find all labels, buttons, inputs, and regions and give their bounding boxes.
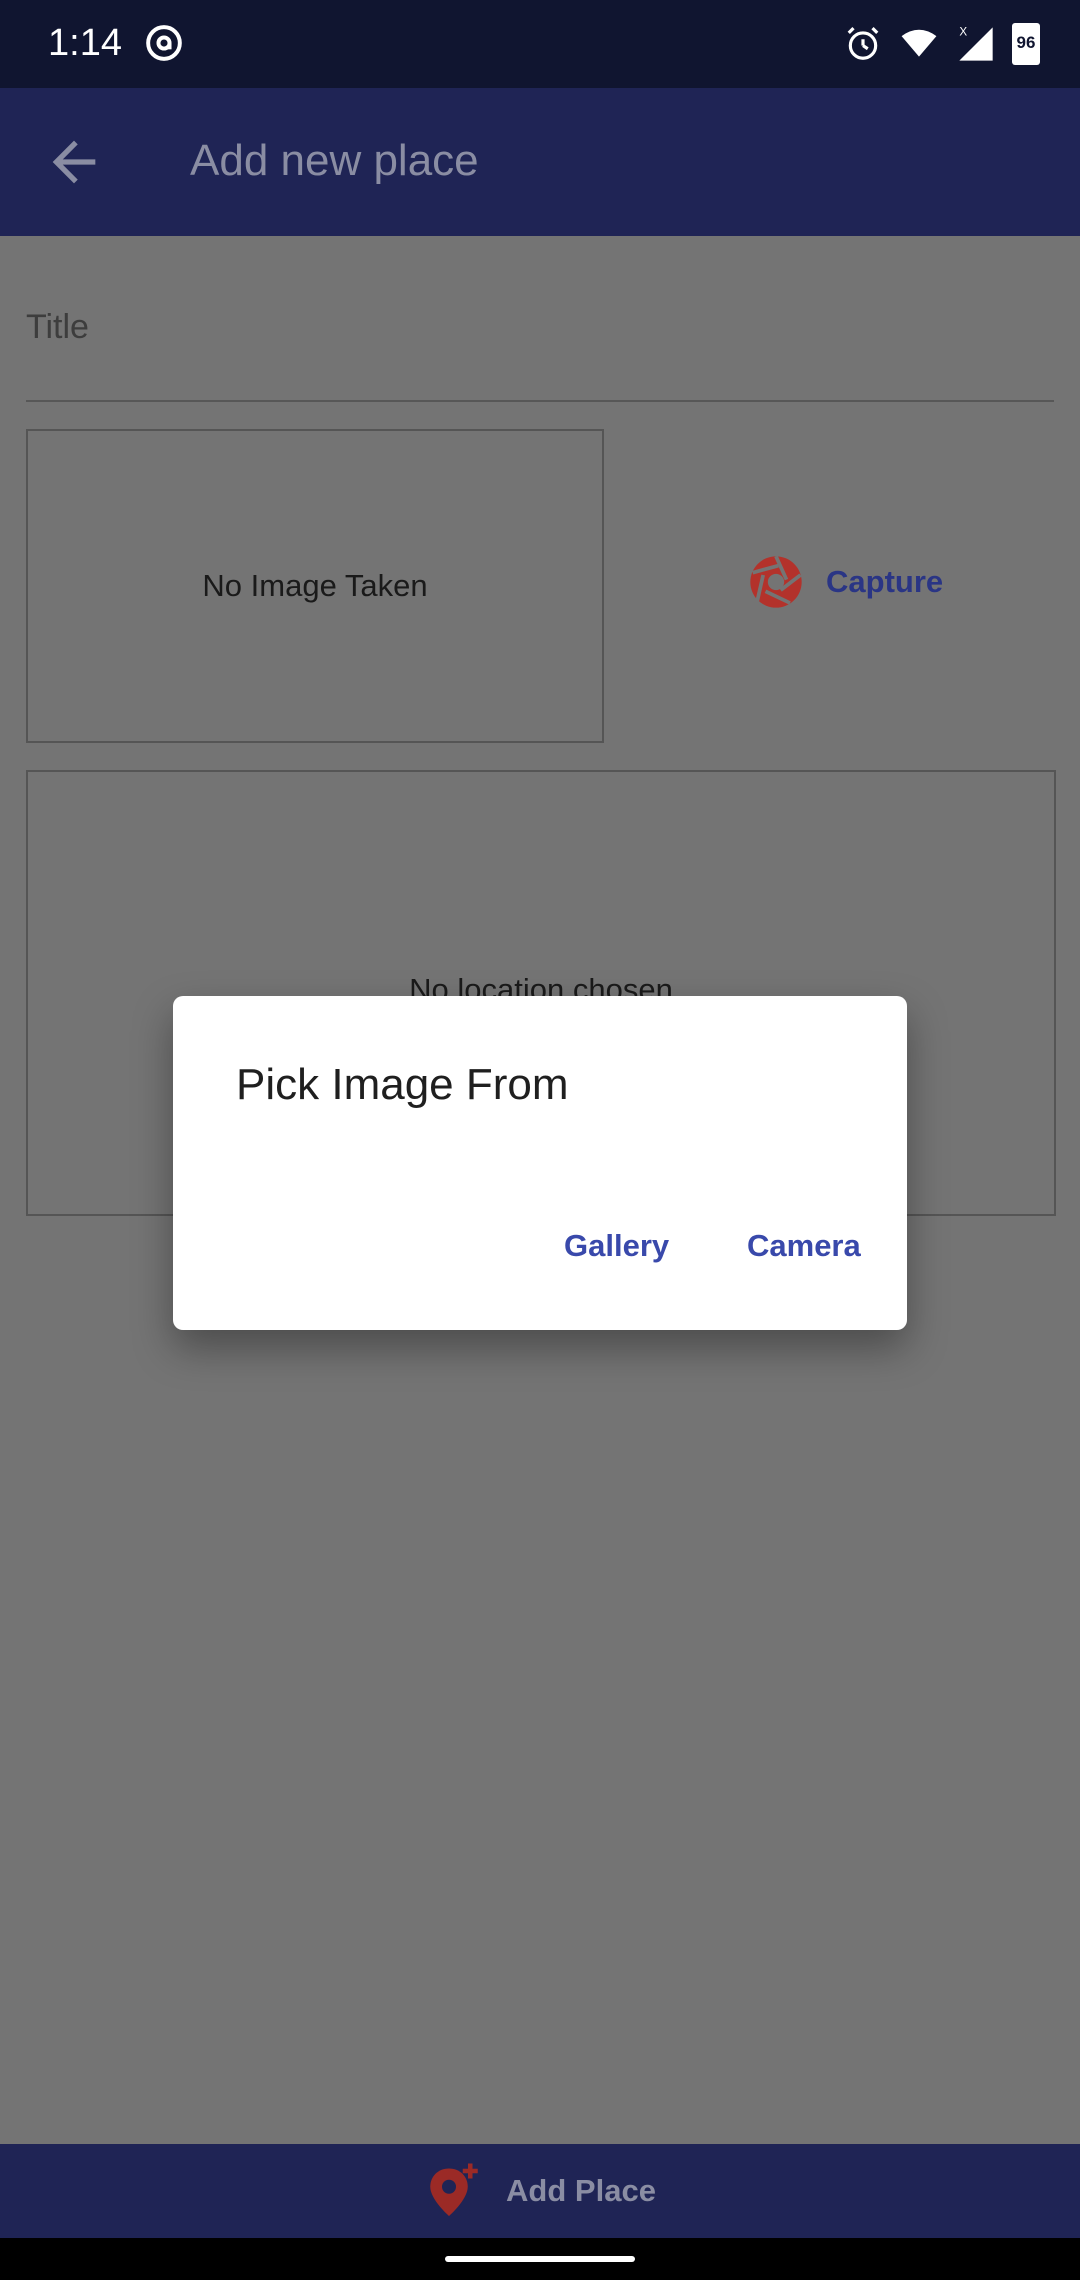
back-arrow-icon[interactable] xyxy=(42,130,106,194)
camera-button[interactable]: Camera xyxy=(747,1228,861,1264)
app-bar: Add new place xyxy=(0,88,1080,236)
signal-icon: X xyxy=(959,26,993,61)
image-placeholder-text: No Image Taken xyxy=(202,568,428,603)
battery-level: 96 xyxy=(1016,33,1036,52)
camera-aperture-icon xyxy=(750,555,802,608)
svg-text:X: X xyxy=(959,26,967,39)
dialog-title: Pick Image From xyxy=(236,1060,569,1109)
title-label: Title xyxy=(26,308,89,346)
navigation-bar xyxy=(0,2238,1080,2280)
title-input[interactable]: Title xyxy=(26,292,1054,402)
capture-label: Capture xyxy=(826,564,944,599)
capture-button[interactable]: Capture xyxy=(748,554,943,610)
add-place-label: Add Place xyxy=(506,2173,656,2208)
page-title: Add new place xyxy=(190,136,479,185)
battery-icon: 96 xyxy=(1012,23,1040,65)
gallery-button[interactable]: Gallery xyxy=(564,1228,669,1264)
status-bar: 1:14 X 96 xyxy=(0,0,1080,88)
add-location-icon xyxy=(430,2163,478,2216)
add-place-button[interactable]: Add Place xyxy=(0,2144,1080,2238)
alarm-icon xyxy=(847,27,879,60)
pick-image-dialog: Pick Image From Gallery Camera xyxy=(173,996,907,1330)
at-icon xyxy=(146,25,182,61)
wifi-icon xyxy=(901,29,937,57)
image-preview: No Image Taken xyxy=(26,429,604,743)
home-handle[interactable] xyxy=(445,2256,635,2262)
status-time: 1:14 xyxy=(48,22,122,64)
